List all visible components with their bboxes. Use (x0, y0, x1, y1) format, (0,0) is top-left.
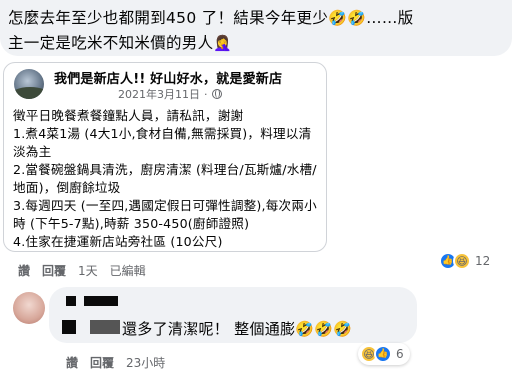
globe-icon (211, 89, 222, 99)
post-body: 徵平日晚餐煮餐鐘點人員，請私訊，謝謝 1.煮4菜1湯 (4大1小,食材自備,無需… (13, 108, 317, 249)
redacted-name-block (66, 296, 76, 306)
facepalm-emoji: 🤦‍♀️ (213, 34, 233, 52)
comment-1-text-a: 怎麼去年至少也都開到450 了！結果今年更少 (8, 9, 329, 27)
page-avatar (14, 69, 44, 99)
comment-time[interactable]: 1天 (78, 262, 98, 279)
page-name: 我們是新店人!! 好山好水，就是愛新店 (54, 72, 283, 87)
comment-2-text: 還多了清潔呢！ 整個通膨🤣🤣🤣 (122, 318, 352, 339)
comment-2-actions: 讚 回覆 23小時 (66, 354, 165, 371)
redacted-name-block (90, 320, 120, 334)
comment-1-text-b: ……版 (366, 9, 414, 27)
comment-1-line-2: 主一定是吃米不知米價的男人🤦‍♀️ (8, 31, 502, 56)
comment-time[interactable]: 23小時 (126, 354, 165, 371)
like-reaction-icon: 👍 (374, 345, 392, 363)
like-button[interactable]: 讚 (66, 354, 78, 371)
reply-button[interactable]: 回覆 (90, 354, 114, 371)
comment-1-text-c: 主一定是吃米不知米價的男人 (8, 34, 214, 52)
comment-bubble-1: 怎麼去年至少也都開到450 了！結果今年更少🤣🤣……版 主一定是吃米不知米價的男… (0, 0, 512, 56)
edited-label[interactable]: 已編輯 (110, 262, 146, 279)
post-meta: 2021年3月11日 · (118, 86, 222, 102)
post-date: 2021年3月11日 (118, 88, 200, 101)
rofl-emoji: 🤣🤣 (328, 9, 367, 27)
redacted-name-block (84, 296, 118, 306)
reply-button[interactable]: 回覆 (42, 262, 66, 279)
haha-reaction-icon: 😆 (453, 252, 471, 270)
commenter-avatar[interactable] (13, 292, 45, 324)
comment-1-reactions[interactable]: 👍 😆 12 (437, 250, 498, 272)
comment-2-reactions[interactable]: 😆 👍 6 (358, 343, 410, 365)
meta-dot: · (204, 87, 208, 101)
reaction-count: 12 (475, 254, 491, 268)
shared-post-image[interactable]: 我們是新店人!! 好山好水，就是愛新店 2021年3月11日 · 徵平日晚餐煮餐… (3, 62, 327, 252)
rofl-emoji: 🤣🤣🤣 (295, 320, 353, 338)
like-button[interactable]: 讚 (18, 262, 30, 279)
comment-2-body: 還多了清潔呢！ 整個通膨 (122, 320, 296, 338)
reaction-count: 6 (396, 347, 404, 361)
redacted-name-block (62, 320, 76, 334)
comment-1-actions: 讚 回覆 1天 已編輯 (18, 262, 146, 279)
comment-1-line-1: 怎麼去年至少也都開到450 了！結果今年更少🤣🤣……版 (8, 6, 502, 31)
